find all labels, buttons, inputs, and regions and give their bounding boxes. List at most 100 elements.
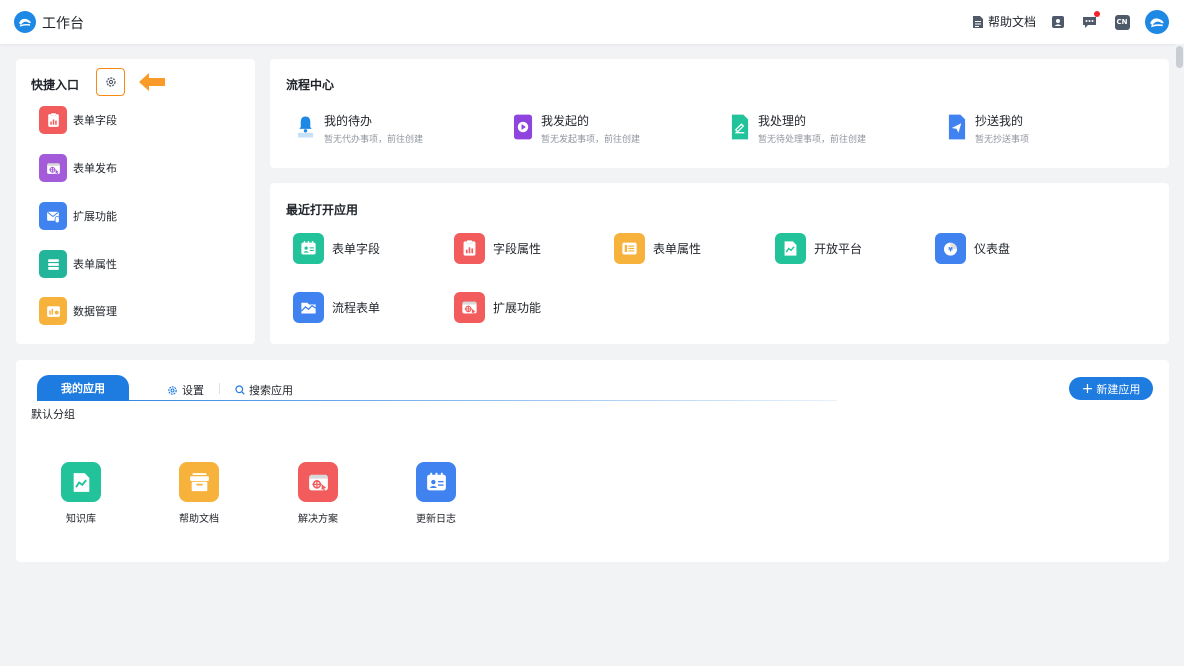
language-icon: CN	[1114, 14, 1130, 30]
arrow-left-icon	[138, 72, 166, 95]
search-placeholder: 搜索应用	[249, 384, 293, 397]
play-icon	[513, 113, 533, 141]
recent-app-label: 扩展功能	[493, 301, 542, 315]
quick-entry-item[interactable]: 表单字段	[39, 106, 117, 134]
messages-button[interactable]	[1081, 11, 1100, 30]
app-tile[interactable]: 知识库	[41, 462, 121, 525]
process-item-title: 我处理的	[758, 114, 807, 128]
quick-entry-label: 扩展功能	[73, 210, 117, 223]
process-center-item[interactable]: 我的待办 暂无代办事项，前往创建	[296, 113, 423, 145]
recent-apps-title: 最近打开应用	[286, 203, 359, 217]
recent-app-label: 开放平台	[814, 242, 863, 256]
scrollbar-thumb[interactable]	[1176, 46, 1183, 68]
process-center-item[interactable]: 我处理的 暂无待处理事项，前往创建	[730, 113, 866, 145]
quick-entry-label: 表单字段	[73, 114, 117, 127]
recent-app-icon-tile	[293, 233, 324, 264]
recent-app-label: 表单属性	[653, 242, 702, 256]
app-tile[interactable]: 帮助文档	[159, 462, 239, 525]
quick-entry-title: 快捷入口	[31, 78, 80, 92]
bell-icon	[296, 113, 316, 141]
notification-dot	[1094, 11, 1100, 17]
edit-doc-icon	[730, 113, 750, 141]
form-icon	[622, 242, 637, 255]
quick-entry-settings-button[interactable]	[96, 68, 125, 96]
page-scrollbar[interactable]	[1175, 44, 1184, 666]
app-label: 更新日志	[416, 514, 456, 525]
recent-app-item[interactable]: 字段属性	[454, 233, 541, 264]
trend-doc-icon	[784, 241, 797, 256]
recent-app-label: 字段属性	[493, 242, 542, 256]
recent-app-item[interactable]: ¥ 仪表盘	[935, 233, 1010, 264]
process-item-title: 抄送我的	[975, 114, 1024, 128]
quick-entry-label: 表单发布	[73, 162, 117, 175]
quick-entry-item[interactable]: 扩展功能	[39, 202, 117, 230]
recent-app-icon-tile	[454, 233, 485, 264]
app-tile[interactable]: 解决方案	[278, 462, 358, 525]
help-doc-label: 帮助文档	[988, 15, 1037, 29]
quick-entry-icon-tile	[39, 202, 67, 230]
app-title: 工作台	[42, 16, 84, 32]
tab-underline	[37, 400, 837, 401]
recent-app-item[interactable]: 表单字段	[293, 233, 380, 264]
process-item-title: 我发起的	[541, 114, 590, 128]
recent-app-label: 流程表单	[332, 301, 381, 315]
trend-doc-icon	[73, 472, 89, 492]
cloud-hand-icon	[19, 18, 31, 27]
app-icon-tile	[298, 462, 338, 502]
contact-book-icon	[1052, 16, 1064, 28]
help-doc-link[interactable]: 帮助文档	[972, 13, 1036, 30]
process-center-item[interactable]: 我发起的 暂无发起事项，前往创建	[513, 113, 640, 145]
recent-app-item[interactable]: 表单属性	[614, 233, 701, 264]
app-icon-tile	[61, 462, 101, 502]
search-icon	[235, 385, 245, 395]
dashboard-icon	[46, 305, 60, 317]
settings-link[interactable]: 设置	[167, 382, 204, 398]
box-icon	[189, 472, 209, 491]
language-button[interactable]: CN	[1114, 14, 1130, 30]
quick-entry-icon-tile	[39, 106, 67, 134]
quick-entry-item[interactable]: 数据管理	[39, 297, 117, 325]
quick-entry-icon-tile	[39, 250, 67, 278]
cloud-hand-icon	[1150, 18, 1164, 28]
list-rows-icon	[47, 258, 59, 270]
chart-clipboard-icon	[47, 112, 59, 127]
user-avatar[interactable]	[1145, 10, 1169, 34]
id-card-icon	[301, 241, 316, 255]
recent-app-icon-tile	[454, 292, 485, 323]
app-label: 解决方案	[298, 514, 338, 525]
process-item-subtitle: 暂无发起事项，前往创建	[541, 135, 641, 145]
app-tile[interactable]: 更新日志	[396, 462, 476, 525]
quick-entry-label: 表单属性	[73, 258, 117, 271]
process-item-subtitle: 暂无抄送事项	[975, 135, 1030, 145]
recent-app-item[interactable]: 扩展功能	[454, 292, 541, 323]
yen-pie-icon: ¥	[943, 242, 958, 256]
recent-app-item[interactable]: 流程表单	[293, 292, 380, 323]
app-logo[interactable]	[14, 11, 36, 33]
app-label: 知识库	[66, 514, 96, 525]
document-icon	[973, 15, 983, 28]
mail-attach-icon	[46, 211, 60, 223]
chat-icon	[1082, 17, 1096, 28]
process-center-item[interactable]: 抄送我的 暂无抄送事项	[947, 113, 1029, 145]
browser-target-icon	[308, 474, 328, 491]
recent-app-icon-tile	[293, 292, 324, 323]
app-icon-tile	[179, 462, 219, 502]
recent-apps-card	[270, 183, 1169, 344]
gear-icon	[168, 385, 177, 395]
search-apps-input[interactable]: 搜索应用	[235, 382, 293, 398]
chart-clipboard-icon	[463, 239, 476, 256]
top-header: 工作台 帮助文档 CN	[0, 0, 1184, 44]
contacts-button[interactable]	[1050, 14, 1066, 30]
folder-icon	[300, 302, 316, 314]
app-label: 帮助文档	[179, 514, 219, 525]
tab-my-apps[interactable]: 我的应用	[37, 375, 129, 401]
app-icon-tile	[416, 462, 456, 502]
quick-entry-item[interactable]: 表单发布	[39, 154, 117, 182]
quick-entry-item[interactable]: 表单属性	[39, 250, 117, 278]
group-label: 默认分组	[31, 408, 75, 421]
quick-entry-icon-tile	[39, 154, 67, 182]
new-app-button[interactable]: + 新建应用	[1069, 377, 1153, 400]
process-item-subtitle: 暂无待处理事项，前往创建	[758, 135, 867, 145]
recent-app-item[interactable]: 开放平台	[775, 233, 862, 264]
plus-icon: +	[1081, 380, 1094, 397]
